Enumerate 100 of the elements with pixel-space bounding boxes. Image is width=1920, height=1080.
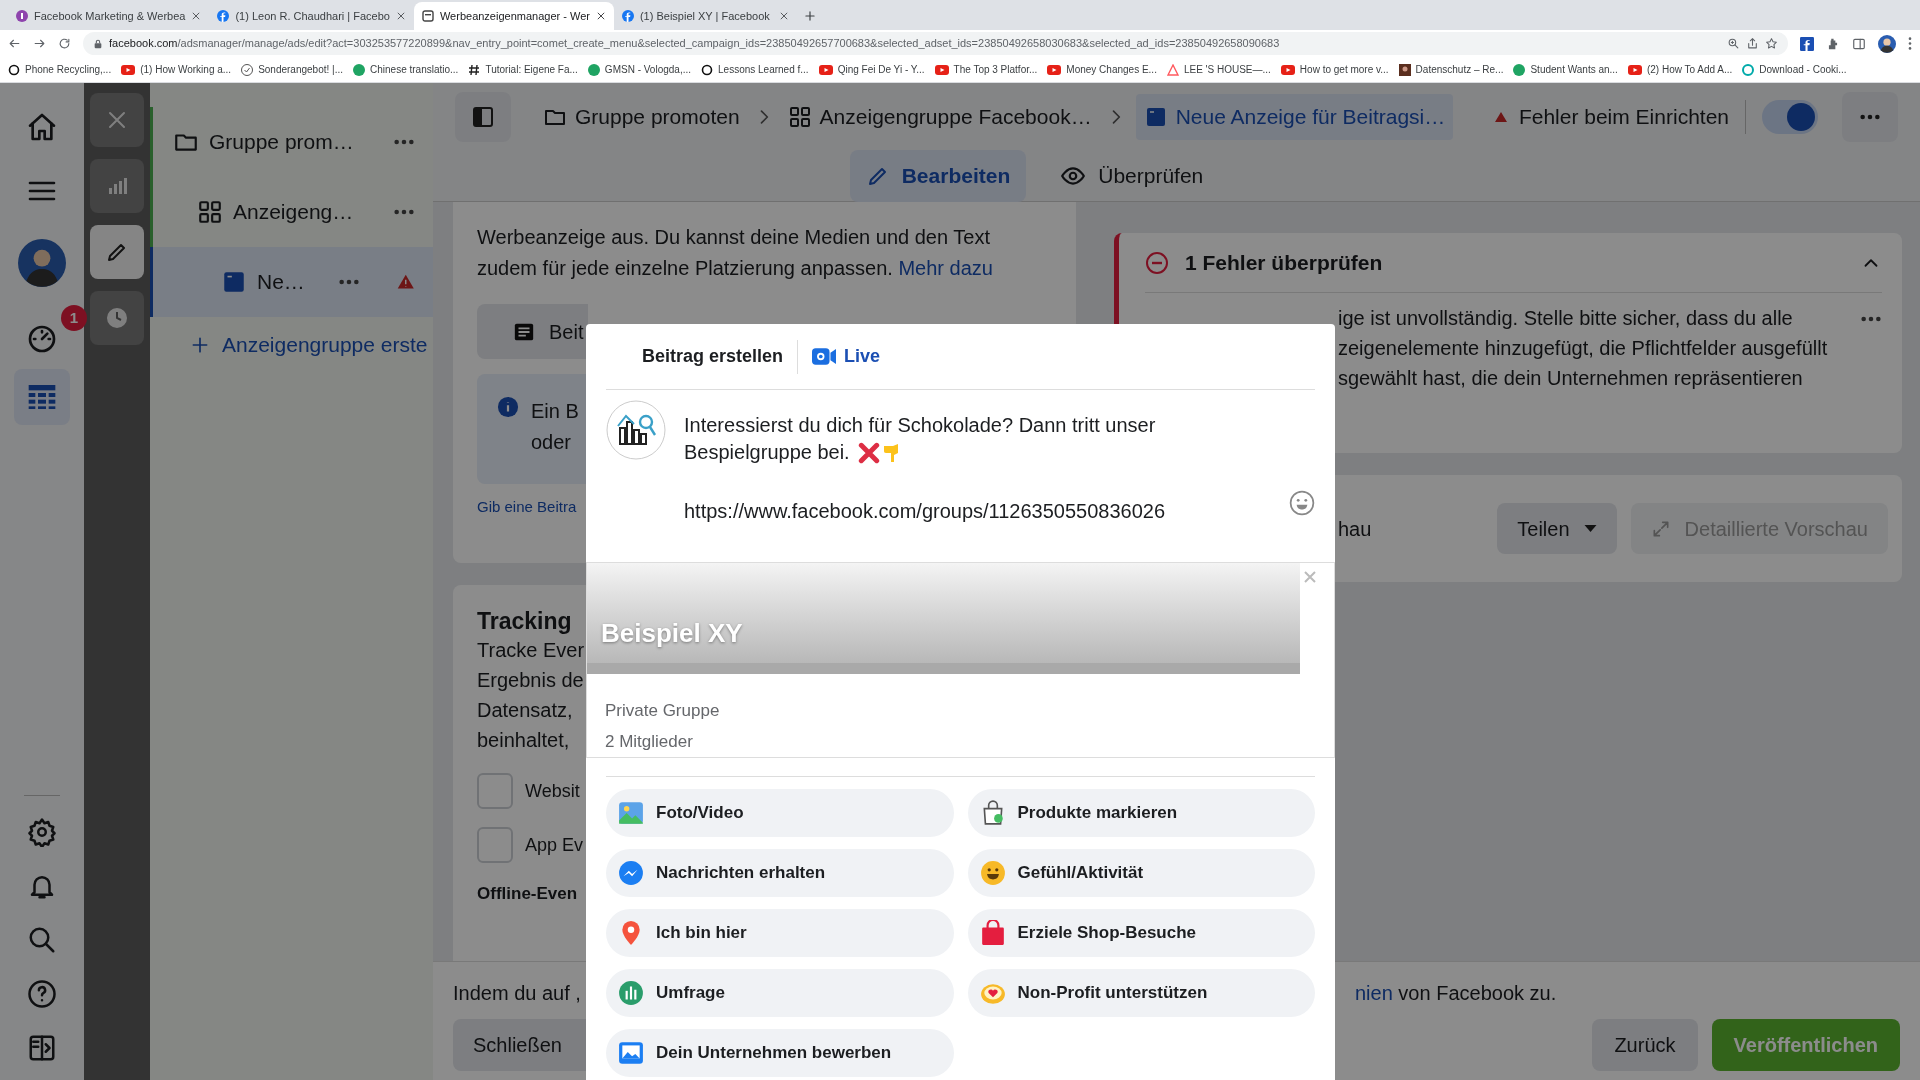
picture-frame-icon: [618, 1040, 644, 1066]
bookmark[interactable]: Tutorial: Eigene Fa...: [468, 62, 578, 77]
more-icon[interactable]: [393, 208, 415, 216]
section-title: Tracking: [477, 607, 572, 635]
more-icon[interactable]: [1908, 37, 1912, 50]
hash-icon: [468, 63, 481, 76]
sidebar-toggle-button[interactable]: [455, 91, 511, 142]
post-button[interactable]: Beit: [477, 304, 588, 359]
composer-action-button[interactable]: Dein Unternehmen bewerben: [606, 1029, 954, 1077]
checkbox[interactable]: [477, 773, 513, 809]
tool-strip-button[interactable]: [90, 291, 144, 345]
star-icon[interactable]: [1765, 37, 1778, 50]
chat-bubble-icon: [618, 860, 644, 886]
composer-tab[interactable]: Beitrag erstellen: [628, 339, 798, 374]
forward-arrow-icon[interactable]: [33, 37, 46, 50]
page-logo-icon: [606, 400, 666, 460]
preview-label: hau: [1338, 516, 1373, 542]
close-icon: [191, 11, 202, 21]
checkbox-label: App Ev: [525, 833, 584, 857]
breadcrumb[interactable]: Gruppe promoten: [539, 93, 744, 140]
more-icon[interactable]: [338, 278, 360, 286]
browser-tab[interactable]: (1) Leon R. Chaudhari | Facebo: [209, 2, 414, 30]
tree-item[interactable]: Ne…: [150, 247, 433, 317]
dot-icon: [1513, 63, 1526, 76]
new-tab-icon[interactable]: [802, 9, 817, 23]
check-circle-icon: [241, 63, 254, 76]
warning-icon: [1494, 111, 1507, 122]
more-link[interactable]: Mehr dazu: [898, 257, 993, 279]
bookmark[interactable]: GMSN - Vologda,...: [587, 62, 691, 77]
tool-strip-button[interactable]: [90, 225, 144, 279]
extensions-icon[interactable]: [1826, 36, 1840, 51]
poll-icon: [618, 980, 644, 1006]
course-icon: [16, 10, 28, 22]
browser-tab[interactable]: Facebook Marketing & Werbea: [8, 2, 210, 30]
post-hint-link[interactable]: Gib eine Beitra: [477, 496, 577, 519]
description-text: Werbeanzeige aus. Du kannst deine Medien und den Text zudem für jede einzelne Platzierung anpassen. Mehr dazu: [477, 225, 994, 281]
more-icon[interactable]: [1860, 315, 1882, 323]
share-icon[interactable]: [1746, 37, 1759, 50]
shopping-bag-icon: [979, 920, 1006, 946]
error-icon: [1145, 250, 1169, 275]
back-arrow-icon[interactable]: [8, 37, 21, 50]
breadcrumb[interactable]: Anzeigengruppe Facebook…: [783, 93, 1096, 140]
composer-action-button[interactable]: Non-Profit unterstützen: [967, 969, 1315, 1017]
bookmark[interactable]: How to get more v...: [1280, 62, 1389, 77]
preview-title: Beispiel XY: [601, 617, 743, 650]
bookmark[interactable]: (2) How To Add A...: [1627, 62, 1733, 77]
composer-action-button[interactable]: Ich bin hier: [606, 909, 954, 957]
sidebar-icon: [471, 104, 495, 129]
zoom-icon[interactable]: [1727, 37, 1740, 50]
composer-action-button[interactable]: Nachrichten erhalten: [606, 849, 954, 897]
video-play-icon: [1280, 64, 1295, 75]
bookmark[interactable]: The Top 3 Platfor...: [934, 62, 1038, 77]
more-icon[interactable]: [393, 138, 415, 146]
profile-avatar-icon[interactable]: [1878, 34, 1896, 53]
gauge-icon: [26, 323, 58, 355]
tool-strip-button[interactable]: [90, 93, 144, 147]
video-play-icon: [1047, 64, 1062, 75]
composer-action-button[interactable]: Foto/Video: [606, 789, 954, 837]
close-icon: [395, 11, 406, 21]
policy-link[interactable]: nien: [1355, 982, 1393, 1004]
facebook-icon: [621, 10, 634, 22]
browser-tab[interactable]: Werbeanzeigenmanager - Wer: [413, 2, 614, 30]
bookmark[interactable]: Sonderangebot! |...: [241, 62, 343, 77]
close-button[interactable]: Schließen: [453, 1019, 586, 1071]
bookmark[interactable]: Money Changes E...: [1047, 62, 1157, 77]
browser-tab[interactable]: (1) Beispiel XY | Facebook: [613, 2, 797, 30]
composer-action-button[interactable]: Erziele Shop-Besuche: [967, 909, 1315, 957]
side-panel-icon[interactable]: [1852, 36, 1866, 51]
mode-tab[interactable]: Überprüfen: [1050, 149, 1214, 202]
composer-action-button[interactable]: Umfrage: [606, 969, 954, 1017]
composer-action-button[interactable]: Gefühl/Aktivität: [967, 849, 1315, 897]
bookmark[interactable]: Phone Recycling,...: [8, 62, 112, 77]
url-text: facebook.com/adsmanager/manage/ads/edit?act=303253577220899&nav_entry_point=comet_create_menu&selected_campaign_ids=23850492657700683&selected_adset_ids=23850492658030683&selected_ad_ids=23850492658090683: [109, 36, 1281, 52]
share-dropdown[interactable]: Teilen: [1497, 503, 1617, 554]
bookmark[interactable]: Datenschutz – Re...: [1398, 62, 1504, 77]
back-button[interactable]: Zurück: [1592, 1019, 1698, 1071]
nav-rail-button[interactable]: [14, 369, 70, 425]
page-icon: [421, 10, 434, 22]
bookmark[interactable]: Qing Fei De Yi - Y...: [818, 62, 925, 77]
emoji-icon[interactable]: [1289, 490, 1315, 516]
facebook-icon: [217, 10, 230, 22]
composer-action-button[interactable]: Produkte markieren: [967, 789, 1315, 837]
toggle-switch[interactable]: [1762, 99, 1818, 134]
tool-strip-button[interactable]: [90, 159, 144, 213]
caret-icon: [1583, 524, 1597, 533]
checkbox[interactable]: [477, 827, 513, 863]
address-bar[interactable]: [83, 32, 1788, 55]
facebook-extension-icon[interactable]: [1800, 36, 1814, 51]
add-ad-set-link[interactable]: Anzeigengruppe erste: [150, 329, 433, 361]
video-play-icon: [1627, 64, 1642, 75]
reload-icon[interactable]: [58, 37, 71, 50]
composer-tab[interactable]: Live: [797, 339, 895, 374]
bookmark[interactable]: Download - Cooki...: [1742, 62, 1847, 77]
bookmark[interactable]: LEE 'S HOUSE—...: [1166, 62, 1271, 77]
bookmark[interactable]: (1) How Working a...: [121, 62, 232, 77]
bookmark[interactable]: Student Wants an...: [1513, 62, 1618, 77]
bookmark[interactable]: Lessons Learned f...: [701, 62, 809, 77]
panel-icon: [27, 1033, 57, 1063]
ring-icon: [701, 63, 713, 76]
bookmark[interactable]: Chinese translatio...: [353, 62, 459, 77]
